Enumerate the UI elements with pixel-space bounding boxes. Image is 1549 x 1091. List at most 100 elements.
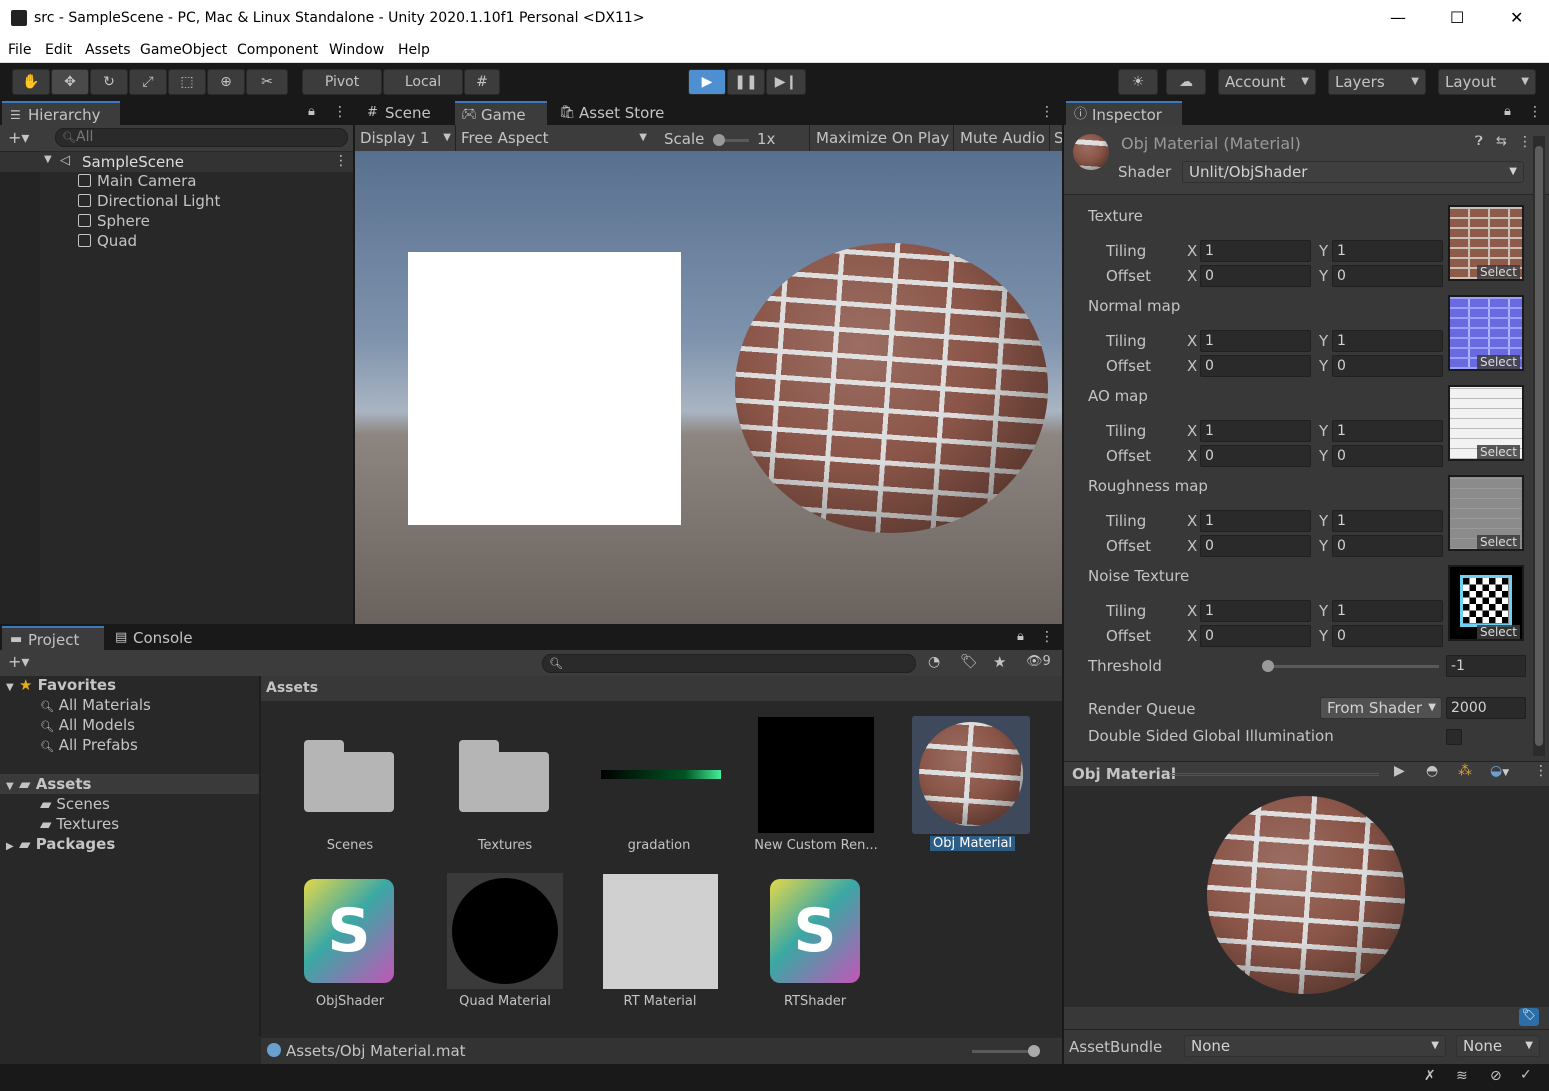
menu-edit[interactable]: Edit xyxy=(45,42,72,58)
gray-material-thumb[interactable] xyxy=(603,874,718,989)
texture-slot-thumb[interactable]: Select xyxy=(1448,565,1524,641)
tiling-y-field[interactable]: 1 xyxy=(1332,510,1443,532)
favorite-item[interactable]: 🔍︎ All Materials xyxy=(40,696,151,714)
expand-arrow-icon[interactable]: ▼ xyxy=(44,154,52,165)
threshold-slider-thumb[interactable] xyxy=(1262,660,1274,672)
kebab-menu-icon[interactable]: ⋮ xyxy=(1040,629,1054,645)
lock-icon[interactable]: 🔒︎ xyxy=(1017,629,1024,644)
hierarchy-item[interactable]: Directional Light xyxy=(78,192,220,210)
double-sided-gi-checkbox[interactable] xyxy=(1446,729,1462,745)
shader-icon[interactable]: S xyxy=(770,879,860,983)
tab-console[interactable]: ▤ Console xyxy=(107,626,207,650)
scale-slider[interactable] xyxy=(713,134,749,146)
inspector-scrollbar[interactable] xyxy=(1533,136,1545,756)
label-tag-icon[interactable]: 🏷︎ xyxy=(1519,1008,1539,1026)
preview-light-icon[interactable]: ⁂ xyxy=(1458,763,1472,779)
custom-tool-icon[interactable]: ✂ xyxy=(246,69,288,95)
texture-slot-thumb[interactable]: Select xyxy=(1448,385,1524,461)
select-texture-button[interactable]: Select xyxy=(1476,445,1520,459)
tab-asset-store[interactable]: 🛍︎ Asset Store xyxy=(553,101,673,125)
offset-x-field[interactable]: 0 xyxy=(1200,535,1311,557)
assets-node[interactable]: ▼ ▰ Assets xyxy=(6,775,91,793)
tiling-y-field[interactable]: 1 xyxy=(1332,240,1443,262)
offset-y-field[interactable]: 0 xyxy=(1332,625,1443,647)
render-texture-thumb[interactable] xyxy=(758,717,874,833)
hierarchy-search-input[interactable]: 🔍︎ All xyxy=(55,128,348,147)
favorites-node[interactable]: ▼ ★ Favorites xyxy=(6,676,116,694)
assetbundle-dropdown[interactable]: None ▼ xyxy=(1184,1035,1446,1057)
texture-slot-thumb[interactable]: Select xyxy=(1448,295,1524,371)
create-button[interactable]: +▾ xyxy=(8,128,29,147)
search-by-type-icon[interactable]: ◔ xyxy=(928,654,940,670)
scrollbar-thumb[interactable] xyxy=(1535,146,1543,746)
render-queue-mode-dropdown[interactable]: From Shader ▼ xyxy=(1320,697,1442,719)
folder-icon[interactable] xyxy=(459,738,549,813)
tab-project[interactable]: ▬ Project xyxy=(2,626,104,650)
material-preview[interactable] xyxy=(1064,786,1549,1007)
presets-icon[interactable]: ⇆ xyxy=(1496,134,1507,149)
layers-dropdown[interactable]: Layers ▼ xyxy=(1328,69,1426,95)
preview-menu-icon[interactable]: ⋮ xyxy=(1534,763,1548,779)
stats-toggle[interactable]: S xyxy=(1049,125,1062,151)
hierarchy-item[interactable]: Sphere xyxy=(78,212,150,230)
offset-x-field[interactable]: 0 xyxy=(1200,355,1311,377)
maximize-on-play-toggle[interactable]: Maximize On Play xyxy=(809,125,955,151)
tiling-y-field[interactable]: 1 xyxy=(1332,600,1443,622)
project-search-input[interactable]: 🔍︎ xyxy=(542,654,916,673)
lock-icon[interactable]: 🔒︎ xyxy=(1504,104,1511,119)
close-button[interactable]: ✕ xyxy=(1510,8,1523,27)
gradation-texture-thumb[interactable] xyxy=(601,770,721,779)
select-texture-button[interactable]: Select xyxy=(1476,535,1520,549)
pivot-button[interactable]: Pivot xyxy=(302,69,382,95)
offset-y-field[interactable]: 0 xyxy=(1332,355,1443,377)
tiling-x-field[interactable]: 1 xyxy=(1200,240,1311,262)
thumbnail-size-slider[interactable] xyxy=(972,1045,1040,1057)
help-icon[interactable]: ❓︎ xyxy=(1475,134,1483,149)
tab-inspector[interactable]: ⓘ Inspector xyxy=(1066,101,1182,125)
aspect-dropdown[interactable]: Free Aspect ▼ xyxy=(455,125,653,151)
tiling-y-field[interactable]: 1 xyxy=(1332,420,1443,442)
menu-assets[interactable]: Assets xyxy=(85,42,131,58)
tiling-x-field[interactable]: 1 xyxy=(1200,600,1311,622)
scale-slider-thumb[interactable] xyxy=(713,134,725,146)
search-by-label-icon[interactable]: 🏷︎ xyxy=(960,654,978,670)
hierarchy-item[interactable]: Quad xyxy=(78,232,137,250)
tiling-y-field[interactable]: 1 xyxy=(1332,330,1443,352)
render-queue-field[interactable]: 2000 xyxy=(1446,697,1526,719)
thumbnail-size-thumb[interactable] xyxy=(1028,1045,1040,1057)
packages-node[interactable]: ▶ ▰ Packages xyxy=(6,835,115,853)
menu-gameobject[interactable]: GameObject xyxy=(140,42,227,58)
local-button[interactable]: Local xyxy=(383,69,463,95)
hierarchy-item[interactable]: Main Camera xyxy=(78,172,196,190)
texture-slot-thumb[interactable]: Select xyxy=(1448,475,1524,551)
tiling-x-field[interactable]: 1 xyxy=(1200,510,1311,532)
asset-folder-item[interactable]: ▰ Textures xyxy=(40,815,119,833)
tiling-x-field[interactable]: 1 xyxy=(1200,420,1311,442)
layout-dropdown[interactable]: Layout ▼ xyxy=(1438,69,1536,95)
material-sphere-thumb[interactable] xyxy=(919,722,1023,826)
preview-sphere-icon[interactable]: ◓ xyxy=(1426,763,1438,779)
folder-icon[interactable] xyxy=(304,738,394,813)
menu-file[interactable]: File xyxy=(8,42,31,58)
grid-snap-icon[interactable]: # xyxy=(464,69,500,95)
preview-shape-dropdown[interactable]: ◒▼ xyxy=(1490,763,1509,779)
check-icon[interactable]: ✓ xyxy=(1520,1067,1532,1083)
layers-stack-icon[interactable]: ≋ xyxy=(1456,1068,1468,1084)
texture-slot-thumb[interactable]: Select xyxy=(1448,205,1524,281)
offset-y-field[interactable]: 0 xyxy=(1332,445,1443,467)
assetbundle-variant-dropdown[interactable]: None ▼ xyxy=(1456,1035,1540,1057)
offset-x-field[interactable]: 0 xyxy=(1200,625,1311,647)
hand-tool-icon[interactable]: ✋ xyxy=(12,69,50,95)
preview-play-icon[interactable]: ▶ xyxy=(1394,763,1405,779)
favorite-star-icon[interactable]: ★ xyxy=(993,653,1006,671)
kebab-menu-icon[interactable]: ⋮ xyxy=(1528,104,1542,120)
display-dropdown[interactable]: Display 1 ▼ xyxy=(355,125,455,151)
rect-tool-icon[interactable]: ⬚ xyxy=(168,69,206,95)
network-icon[interactable]: ⊘ xyxy=(1490,1068,1502,1084)
transform-tool-icon[interactable]: ⊕ xyxy=(207,69,245,95)
cloud-icon[interactable]: ☁ xyxy=(1166,69,1206,95)
lock-icon[interactable]: 🔒︎ xyxy=(308,104,315,119)
assets-breadcrumb[interactable]: Assets xyxy=(266,680,318,696)
account-dropdown[interactable]: Account ▼ xyxy=(1218,69,1316,95)
kebab-menu-icon[interactable]: ⋮ xyxy=(333,104,347,120)
